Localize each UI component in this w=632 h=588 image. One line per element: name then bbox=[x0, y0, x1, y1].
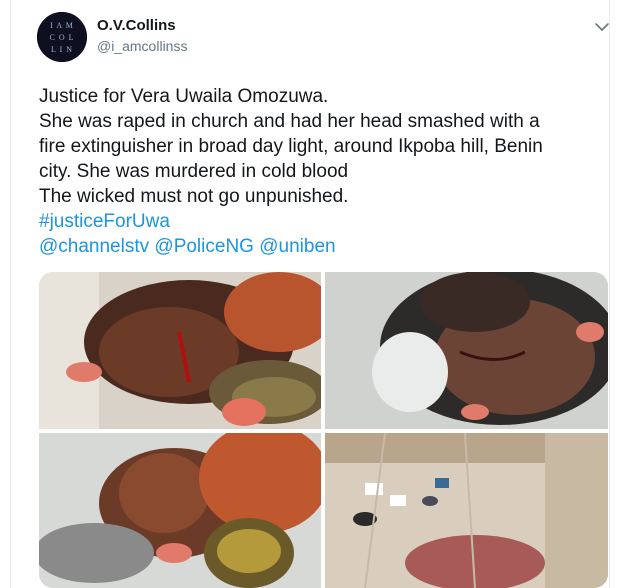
tweet-text-line: fire extinguisher in broad day light, ar… bbox=[39, 136, 543, 157]
tweet-text-line: city. She was murdered in cold blood bbox=[39, 161, 349, 182]
mention-link-channelstv[interactable]: @channelstv bbox=[39, 236, 149, 257]
tweet-text-line: The wicked must not go unpunished. bbox=[39, 186, 349, 207]
media-photo-3[interactable] bbox=[39, 433, 321, 588]
hashtag-link[interactable]: #justiceForUwa bbox=[39, 211, 170, 232]
tweet-text: Justice for Vera Uwaila Omozuwa. She was… bbox=[39, 84, 609, 259]
avatar-text-3: L I N bbox=[51, 45, 73, 54]
mention-link-uniben[interactable]: @uniben bbox=[259, 236, 335, 257]
tweet-card[interactable]: I A M C O L L I N O.V.Collins @i_amcolli… bbox=[10, 0, 610, 588]
author-name[interactable]: O.V.Collins bbox=[97, 17, 176, 34]
mention-link-policeng[interactable]: @PoliceNG bbox=[154, 236, 254, 257]
tweet-text-line: Justice for Vera Uwaila Omozuwa. bbox=[39, 86, 329, 107]
chevron-down-icon[interactable] bbox=[594, 20, 610, 32]
avatar-text-2: C O L bbox=[50, 33, 75, 42]
tweet-text-line: She was raped in church and had her head… bbox=[39, 111, 540, 132]
media-photo-2[interactable] bbox=[325, 272, 608, 429]
avatar[interactable]: I A M C O L L I N bbox=[37, 12, 87, 62]
media-photo-1[interactable] bbox=[39, 272, 321, 429]
avatar-text-1: I A M bbox=[50, 21, 74, 30]
author-handle[interactable]: @i_amcollinss bbox=[97, 38, 187, 54]
media-photo-4[interactable] bbox=[325, 433, 608, 588]
media-grid bbox=[39, 272, 608, 588]
